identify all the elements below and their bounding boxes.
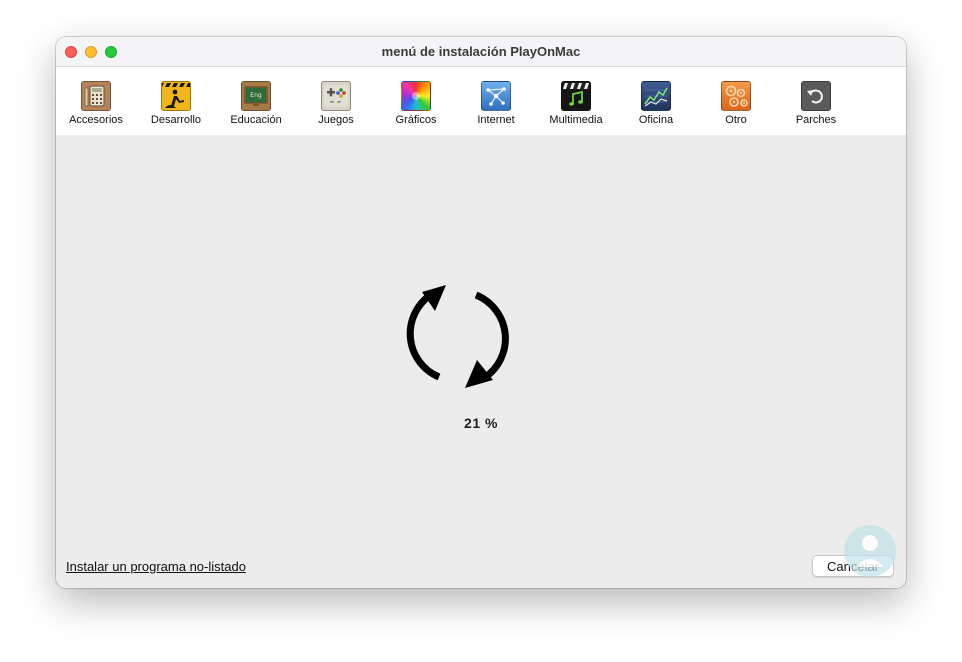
undo-icon bbox=[801, 81, 831, 111]
install-content-area: 21 % Instalar un programa no-listado Can… bbox=[56, 135, 906, 588]
category-label: Internet bbox=[477, 114, 515, 126]
calculator-icon bbox=[81, 81, 111, 111]
category-label: Gráficos bbox=[395, 114, 437, 126]
category-educacion[interactable]: Eng Educación bbox=[218, 81, 294, 131]
chart-icon bbox=[641, 81, 671, 111]
category-label: Juegos bbox=[318, 114, 354, 126]
construction-icon bbox=[161, 81, 191, 111]
progress-percent: 21 % bbox=[464, 415, 498, 431]
color-wheel-icon bbox=[401, 81, 431, 111]
category-internet[interactable]: Internet bbox=[458, 81, 534, 131]
gamepad-icon bbox=[321, 81, 351, 111]
category-label: Multimedia bbox=[549, 114, 603, 126]
chalkboard-icon: Eng bbox=[241, 81, 271, 111]
category-label: Desarrollo bbox=[150, 114, 202, 126]
category-oficina[interactable]: Oficina bbox=[618, 81, 694, 131]
network-icon bbox=[481, 81, 511, 111]
category-multimedia[interactable]: Multimedia bbox=[538, 81, 614, 131]
clapperboard-icon bbox=[561, 81, 591, 111]
category-parches[interactable]: Parches bbox=[778, 81, 854, 131]
svg-text:Eng: Eng bbox=[250, 92, 262, 99]
category-label: Accesorios bbox=[69, 114, 123, 126]
category-desarrollo[interactable]: Desarrollo bbox=[138, 81, 214, 131]
gears-icon bbox=[721, 81, 751, 111]
install-menu-window: menú de instalación PlayOnMac Accesorios bbox=[56, 37, 906, 588]
category-juegos[interactable]: Juegos bbox=[298, 81, 374, 131]
window-title: menú de instalación PlayOnMac bbox=[381, 44, 581, 59]
watermark-logo-icon bbox=[842, 523, 898, 579]
refresh-spinner-icon bbox=[401, 278, 513, 394]
install-unlisted-program-link[interactable]: Instalar un programa no-listado bbox=[66, 559, 246, 574]
category-accesorios[interactable]: Accesorios bbox=[58, 81, 134, 131]
category-graficos[interactable]: Gráficos bbox=[378, 81, 454, 131]
category-label: Educación bbox=[230, 114, 282, 126]
category-otro[interactable]: Otro bbox=[698, 81, 774, 131]
category-label: Parches bbox=[795, 114, 837, 126]
title-bar[interactable]: menú de instalación PlayOnMac bbox=[56, 37, 906, 67]
category-label: Oficina bbox=[638, 114, 674, 126]
category-label: Otro bbox=[725, 114, 747, 126]
category-toolbar: Accesorios Desarrollo Eng Educación Jueg… bbox=[56, 67, 906, 135]
